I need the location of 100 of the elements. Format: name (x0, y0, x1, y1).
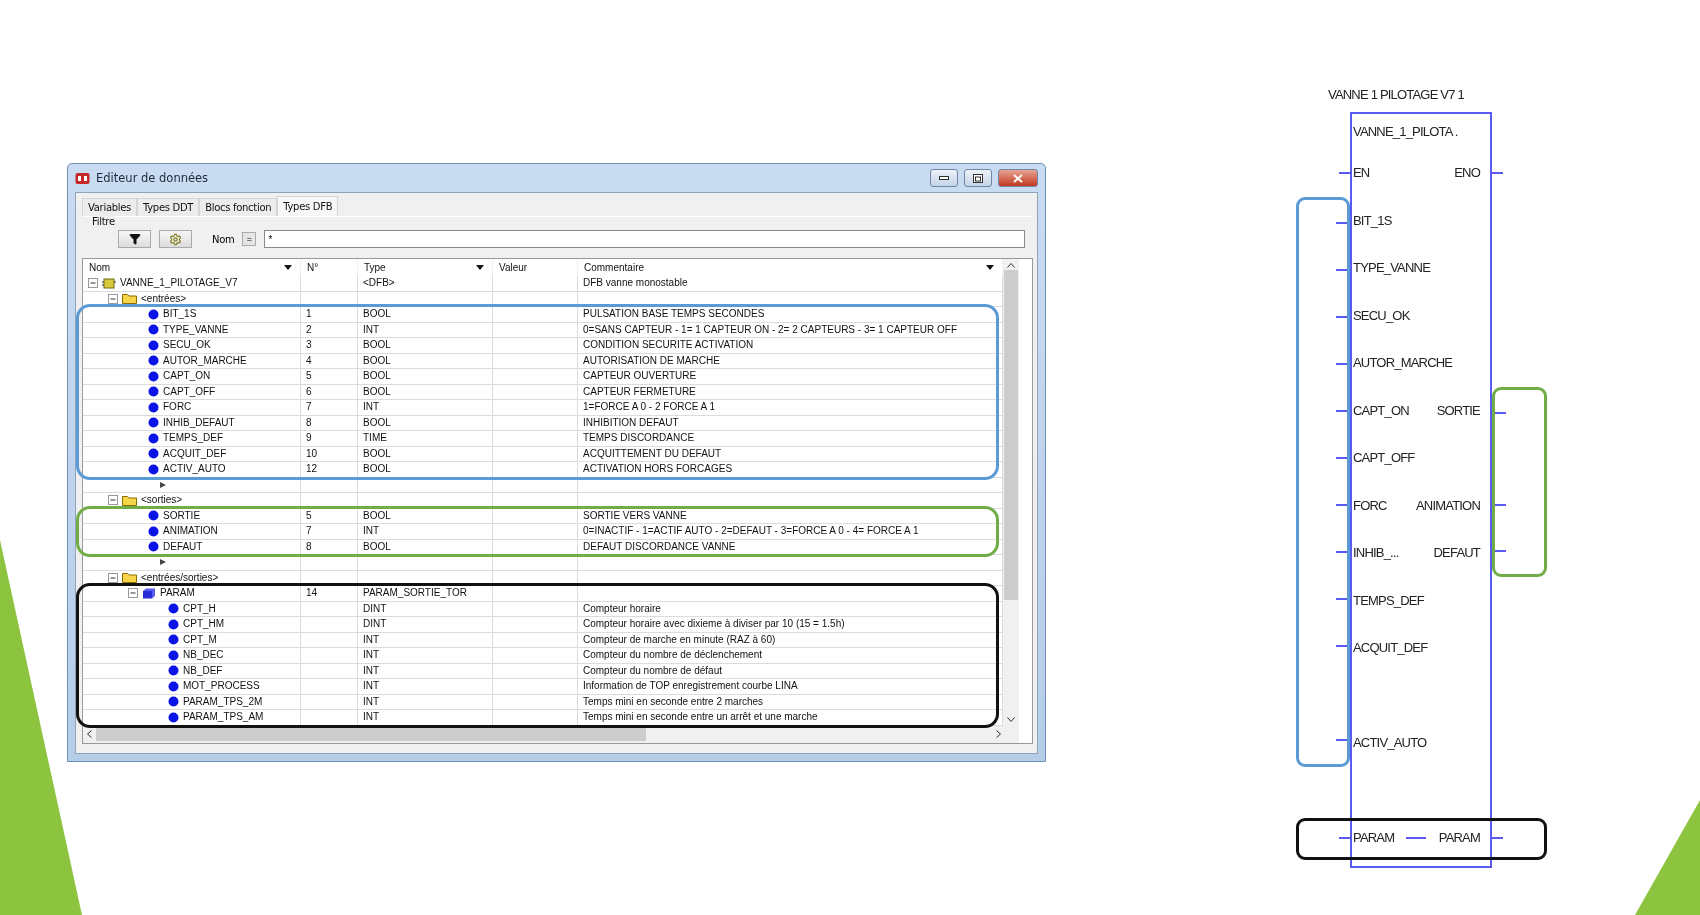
comment-text: CAPTEUR OUVERTURE (583, 371, 697, 382)
comment-text: Compteur du nombre de déclenchement (583, 650, 762, 661)
type-text: BOOL (363, 417, 391, 428)
number-text: 5 (306, 371, 312, 382)
name-filter-field[interactable]: * (264, 230, 1025, 248)
input-pin-label: CAPT_ON (1352, 402, 1409, 418)
variable-name[interactable]: <entrées/sorties> (141, 572, 219, 583)
type-text: BOOL (363, 464, 391, 475)
variable-name[interactable]: CPT_M (183, 634, 217, 645)
input-pin-label: ACQUIT_DEF (1352, 640, 1428, 656)
dropdown-caret-icon[interactable] (986, 265, 994, 270)
folder-icon (122, 494, 137, 506)
type-text: INT (363, 665, 380, 676)
variable-dot-icon (148, 308, 159, 320)
variable-name[interactable]: BIT_1S (163, 309, 197, 320)
input-pin-label: TEMPS_DEF (1352, 592, 1424, 608)
comment-text: SORTIE VERS VANNE (583, 510, 687, 521)
comment-text: CONDITION SECURITE ACTIVATION (583, 340, 754, 351)
minimize-button[interactable] (930, 169, 958, 187)
collapse-icon[interactable] (108, 572, 118, 583)
variable-dot-icon (148, 525, 159, 537)
variable-name[interactable]: CPT_HM (183, 619, 225, 630)
input-pin-label: ACTIV_AUTO (1352, 735, 1427, 751)
type-text: INT (363, 681, 380, 692)
column-header[interactable]: Valeur (499, 262, 528, 273)
number-text: 5 (306, 510, 312, 521)
variable-name[interactable]: <sorties> (141, 495, 183, 506)
dropdown-caret-icon[interactable] (476, 265, 484, 270)
collapse-icon[interactable] (108, 495, 118, 506)
variable-name[interactable]: DEFAUT (163, 541, 203, 552)
comment-text: ACTIVATION HORS FORCAGES (583, 464, 733, 475)
tab[interactable]: Variables (82, 198, 137, 216)
comment-text: AUTORISATION DE MARCHE (583, 355, 720, 366)
settings-icon (169, 232, 182, 246)
scroll-right-icon[interactable] (996, 730, 1001, 738)
type-text: BOOL (363, 309, 391, 320)
type-text: TIME (363, 433, 387, 444)
scroll-up-icon[interactable] (1007, 263, 1015, 268)
scroll-left-icon[interactable] (87, 730, 92, 738)
output-pin-label: SORTIE (1435, 402, 1481, 418)
variable-dot-icon (148, 370, 159, 382)
add-row-icon[interactable] (159, 558, 167, 567)
type-text: DINT (363, 603, 387, 614)
type-text: INT (363, 402, 380, 413)
number-text: 10 (306, 448, 318, 459)
tab[interactable]: Types DDT (137, 198, 200, 216)
scroll-thumb[interactable] (1004, 270, 1018, 600)
collapse-icon[interactable] (88, 278, 98, 289)
variable-name[interactable]: FORC (163, 402, 192, 413)
minimize-icon (939, 176, 949, 180)
close-button[interactable] (998, 169, 1038, 187)
tab[interactable]: Blocs fonction (199, 198, 278, 216)
variable-name[interactable]: TYPE_VANNE (163, 324, 229, 335)
maximize-button[interactable] (964, 169, 992, 187)
column-header[interactable]: Nom (89, 262, 111, 273)
comment-text: PULSATION BASE TEMPS SECONDES (583, 309, 765, 320)
type-text: BOOL (363, 371, 391, 382)
filter-button[interactable] (118, 230, 151, 248)
operator-button[interactable]: = (242, 232, 257, 246)
variable-name[interactable]: ACTIV_AUTO (163, 464, 226, 475)
variable-name[interactable]: TEMPS_DEF (163, 433, 223, 444)
collapse-icon[interactable] (128, 588, 138, 599)
variable-name[interactable]: MOT_PROCESS (183, 681, 260, 692)
output-pin-label: ANIMATION (1414, 497, 1481, 513)
variable-name[interactable]: <entrées> (141, 293, 187, 304)
block-type-name: VANNE_1_PILOTA . (1352, 124, 1458, 139)
comment-text: Compteur horaire (583, 603, 661, 614)
variable-name[interactable]: CPT_H (183, 603, 216, 614)
variable-name[interactable]: PARAM (160, 588, 195, 599)
number-text: 8 (306, 541, 312, 552)
variable-name[interactable]: ANIMATION (163, 526, 218, 537)
column-header[interactable]: Commentaire (584, 262, 645, 273)
variable-name[interactable]: PARAM_TPS_2M (183, 696, 263, 707)
variable-name[interactable]: CAPT_OFF (163, 386, 216, 397)
column-header[interactable]: N° (307, 262, 319, 273)
comment-text: 0=SANS CAPTEUR - 1= 1 CAPTEUR ON - 2= 2 CAPTEURS - 3= 1 CAPTEUR OFF (583, 324, 957, 335)
tab[interactable]: Types DFB (277, 196, 339, 216)
variable-dot-icon (168, 711, 179, 723)
add-row-icon[interactable] (159, 480, 167, 489)
variable-dot-icon (168, 634, 179, 646)
variable-name[interactable]: PARAM_TPS_AM (183, 712, 264, 723)
variable-name[interactable]: NB_DEF (183, 665, 223, 676)
scroll-down-icon[interactable] (1007, 716, 1015, 722)
variable-name[interactable]: INHIB_DEFAUT (163, 417, 235, 428)
column-header[interactable]: Type (364, 262, 386, 273)
collapse-icon[interactable] (108, 293, 118, 304)
dropdown-caret-icon[interactable] (284, 265, 292, 270)
settings-button[interactable] (159, 230, 192, 248)
variable-name[interactable]: SECU_OK (163, 340, 211, 351)
variable-name[interactable]: AUTOR_MARCHE (163, 355, 247, 366)
input-pin-label: PARAM (1352, 830, 1395, 846)
comment-text: Temps mini en seconde entre un arrêt et une marche (583, 712, 818, 723)
variable-name[interactable]: NB_DEC (183, 650, 224, 661)
comment-text: Information de TOP enregistrement courbe LINA (583, 681, 798, 692)
variable-name[interactable]: CAPT_ON (163, 371, 211, 382)
type-text: INT (363, 324, 380, 335)
variable-name[interactable]: VANNE_1_PILOTAGE_V7 (120, 278, 238, 289)
variable-name[interactable]: ACQUIT_DEF (163, 448, 227, 459)
type-text: BOOL (363, 340, 391, 351)
variable-name[interactable]: SORTIE (163, 510, 201, 521)
